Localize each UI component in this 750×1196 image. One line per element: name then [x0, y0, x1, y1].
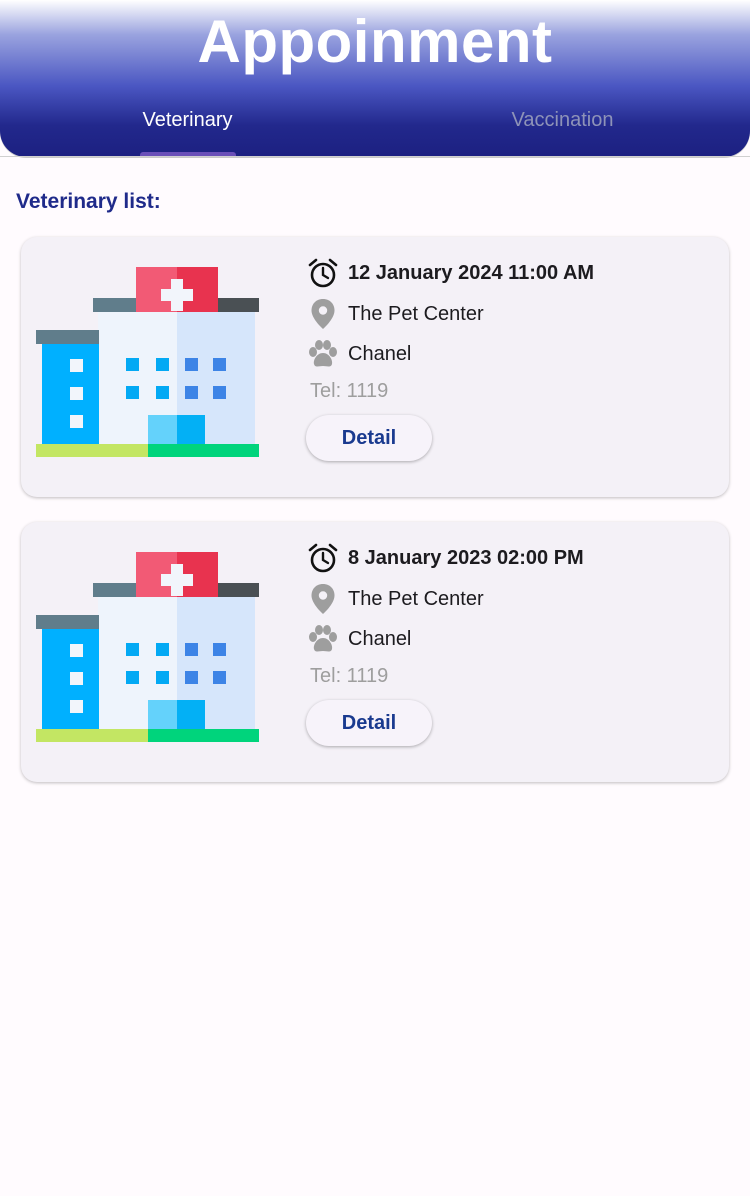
- appointment-datetime: 8 January 2023 02:00 PM: [348, 546, 584, 569]
- app-header: Appoinment Veterinary Vaccination: [0, 0, 750, 157]
- detail-button[interactable]: Detail: [306, 415, 432, 461]
- appointment-card: 8 January 2023 02:00 PM The Pet Center C…: [21, 522, 729, 782]
- page-title: Appoinment: [197, 8, 553, 75]
- paw-icon: [306, 338, 340, 370]
- appointment-pet: Chanel: [348, 627, 412, 650]
- appointment-card: 12 January 2024 11:00 AM The Pet Center …: [21, 237, 729, 497]
- detail-button[interactable]: Detail: [306, 700, 432, 746]
- tab-vaccination[interactable]: Vaccination: [375, 104, 750, 156]
- alarm-clock-icon: [306, 257, 340, 289]
- appointment-datetime-row: 12 January 2024 11:00 AM: [306, 257, 594, 289]
- appointment-place-row: The Pet Center: [306, 298, 484, 330]
- header-divider: [0, 156, 750, 157]
- section-label: Veterinary list:: [16, 190, 161, 213]
- appointment-pet-row: Chanel: [306, 623, 411, 655]
- paw-icon: [306, 623, 340, 655]
- appointment-tel: Tel: 1119: [310, 665, 389, 687]
- hospital-illustration: [36, 552, 259, 742]
- appointment-place: The Pet Center: [348, 302, 484, 325]
- appointment-tel: Tel: 1119: [310, 380, 389, 402]
- hospital-illustration: [36, 267, 259, 457]
- appointment-place-row: The Pet Center: [306, 583, 484, 615]
- appointment-datetime: 12 January 2024 11:00 AM: [348, 261, 595, 284]
- location-pin-icon: [306, 583, 340, 615]
- location-pin-icon: [306, 298, 340, 330]
- appointment-place: The Pet Center: [348, 587, 484, 610]
- appointment-pet-row: Chanel: [306, 338, 411, 370]
- tab-veterinary[interactable]: Veterinary: [0, 104, 375, 156]
- alarm-clock-icon: [306, 542, 340, 574]
- appointment-pet: Chanel: [348, 342, 412, 365]
- appointment-datetime-row: 8 January 2023 02:00 PM: [306, 542, 584, 574]
